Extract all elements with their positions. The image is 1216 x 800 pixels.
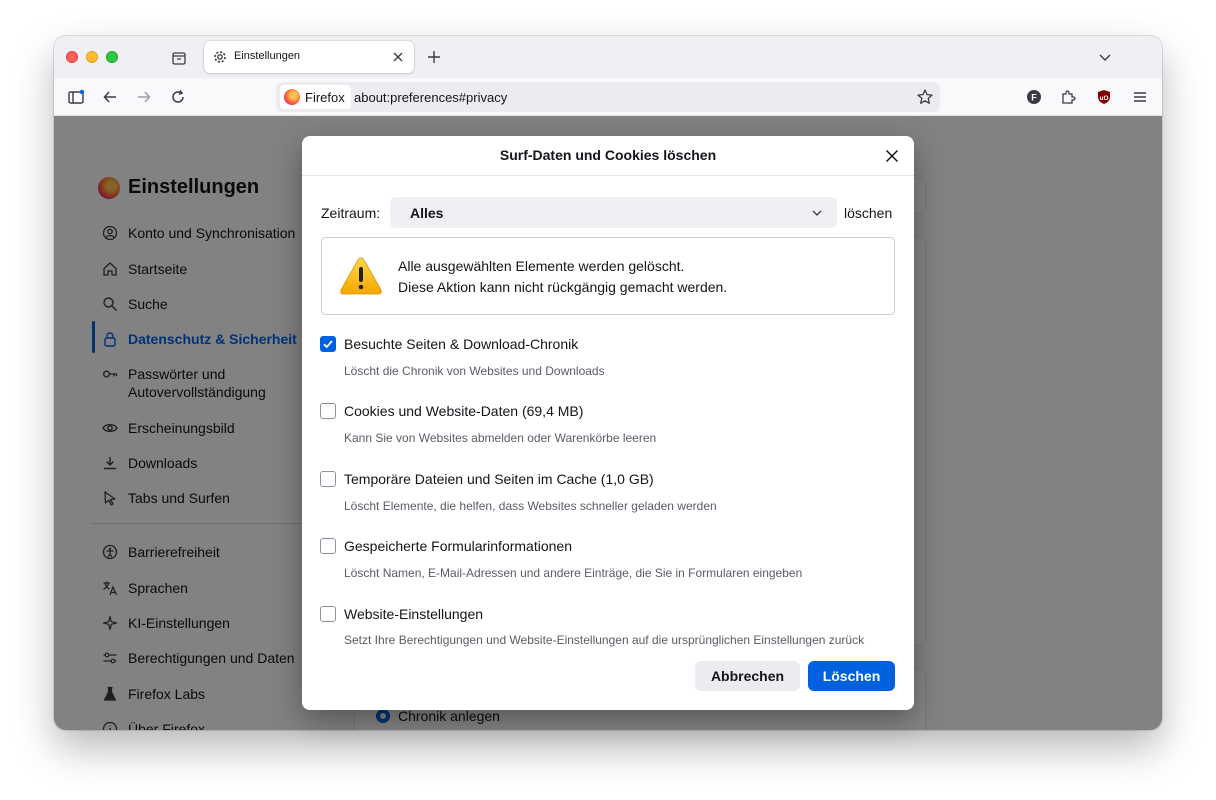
option-label: Gespeicherte Formularinformationen (344, 538, 572, 554)
svg-text:uO: uO (1099, 95, 1108, 102)
clear-data-dialog: Surf-Daten und Cookies löschen Zeitraum:… (302, 136, 914, 710)
new-tab-button[interactable] (424, 47, 444, 67)
chevron-down-icon (812, 210, 822, 216)
gear-icon (214, 51, 226, 63)
option-label: Temporäre Dateien und Seiten im Cache (1… (344, 471, 654, 487)
dialog-footer: Abbrechen Löschen (302, 660, 914, 710)
option-label: Besuchte Seiten & Download-Chronik (344, 336, 579, 352)
checkmark-icon (323, 340, 333, 349)
sidebar-icon[interactable] (66, 87, 86, 107)
checkbox-checked[interactable] (320, 336, 336, 352)
svg-text:F: F (1031, 93, 1037, 103)
firefox-logo-icon (284, 89, 300, 105)
reload-icon[interactable] (168, 87, 188, 107)
close-icon[interactable] (882, 146, 902, 166)
tab-settings[interactable]: Einstellungen (204, 41, 414, 73)
extensions-puzzle-icon[interactable] (1058, 87, 1078, 107)
close-icon[interactable] (390, 49, 406, 65)
tab-title: Einstellungen (234, 50, 301, 62)
ublock-shield-icon[interactable]: uO (1094, 87, 1114, 107)
zoom-window-button[interactable] (106, 51, 118, 63)
checkbox[interactable] (320, 538, 336, 554)
option-description: Löscht Namen, E-Mail-Adressen und andere… (344, 566, 803, 580)
dialog-header: Surf-Daten und Cookies löschen (302, 136, 914, 176)
warning-triangle-icon (340, 257, 382, 295)
minimize-window-button[interactable] (86, 51, 98, 63)
tab-strip: Einstellungen (54, 36, 1162, 78)
chevron-down-icon[interactable] (1096, 48, 1114, 66)
warning-box: Alle ausgewählten Elemente werden gelösc… (321, 237, 895, 315)
firefox-view-icon[interactable] (168, 47, 190, 69)
warning-line-2: Diese Aktion kann nicht rückgängig gemac… (398, 279, 728, 295)
url-text[interactable]: about:preferences#privacy (354, 90, 507, 105)
checkbox[interactable] (320, 403, 336, 419)
checkbox[interactable] (320, 606, 336, 622)
time-range-value: Alles (410, 205, 444, 221)
time-range-select[interactable]: Alles (390, 197, 837, 228)
dialog-title: Surf-Daten und Cookies löschen (499, 147, 717, 163)
url-bar[interactable]: Firefox about:preferences#privacy (276, 82, 940, 112)
option-label: Cookies und Website-Daten (69,4 MB) (344, 403, 584, 419)
time-range-label: Zeitraum: (321, 205, 381, 221)
identity-box[interactable]: Firefox (280, 85, 351, 109)
warning-line-1: Alle ausgewählten Elemente werden gelösc… (398, 258, 685, 274)
option-description: Löscht Elemente, die helfen, dass Websit… (344, 499, 717, 513)
options-list: Besuchte Seiten & Download-Chronik Lösch… (302, 328, 914, 660)
back-arrow-icon[interactable] (100, 87, 120, 107)
account-avatar-icon[interactable]: F (1024, 87, 1044, 107)
forward-arrow-icon[interactable] (134, 87, 154, 107)
option-description: Löscht die Chronik von Websites und Down… (344, 364, 605, 378)
checkbox[interactable] (320, 471, 336, 487)
cancel-button[interactable]: Abbrechen (695, 661, 800, 691)
option-description: Kann Sie von Websites abmelden oder Ware… (344, 431, 657, 445)
clear-button[interactable]: Löschen (808, 661, 895, 691)
bookmark-star-icon[interactable] (916, 88, 934, 106)
option-label: Website-Einstellungen (344, 606, 484, 622)
hamburger-menu-icon[interactable] (1130, 87, 1150, 107)
time-range-suffix: löschen (844, 205, 893, 221)
identity-label: Firefox (305, 89, 345, 105)
option-description: Setzt Ihre Berechtigungen und Website-Ei… (344, 633, 865, 647)
nav-bar: Firefox about:preferences#privacy F uO (54, 78, 1162, 116)
close-window-button[interactable] (66, 51, 78, 63)
